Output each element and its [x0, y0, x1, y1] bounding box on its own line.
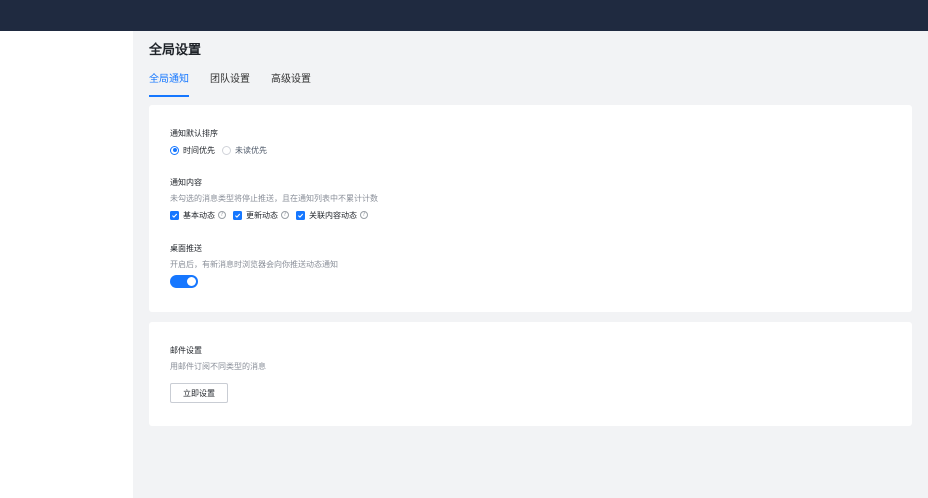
radio-time-first[interactable]: 时间优先 [170, 145, 215, 156]
notification-content-section: 通知内容 未勾选的消息类型将停止推送，且在通知列表中不累计计数 基本动态 ? 更… [170, 177, 378, 221]
notification-content-description: 未勾选的消息类型将停止推送，且在通知列表中不累计计数 [170, 194, 378, 203]
checkbox-basic-activity[interactable]: 基本动态 ? [170, 210, 226, 221]
email-settings-section: 邮件设置 用邮件订阅不同类型的消息 立即设置 [170, 345, 266, 403]
toggle-knob [187, 277, 196, 286]
desktop-push-label: 桌面推送 [170, 244, 202, 253]
email-settings-description: 用邮件订阅不同类型的消息 [170, 362, 266, 371]
tab-global-notification[interactable]: 全局通知 [149, 73, 189, 97]
main-content: 全局设置 全局通知 团队设置 高级设置 通知默认排序 时间优先 未读优先 通知内… [133, 31, 928, 498]
checkbox-checked-icon[interactable] [170, 210, 179, 220]
checkbox-related-content-activity-label: 关联内容动态 [309, 210, 357, 220]
notification-settings-card: 通知默认排序 时间优先 未读优先 通知内容 未勾选的消息类型将停止推送，且在通知… [149, 105, 912, 312]
question-circle-icon[interactable]: ? [218, 211, 226, 219]
checkbox-update-activity[interactable]: 更新动态 ? [233, 210, 289, 221]
checkbox-related-content-activity[interactable]: 关联内容动态 ? [296, 210, 368, 221]
tab-advanced-settings[interactable]: 高级设置 [271, 73, 311, 97]
radio-unread-first[interactable]: 未读优先 [222, 145, 267, 156]
desktop-push-section: 桌面推送 开启后，有新消息时浏览器会向你推送动态通知 [170, 243, 338, 288]
notification-content-options: 基本动态 ? 更新动态 ? 关联内容动态 ? [170, 209, 378, 221]
setup-now-button[interactable]: 立即设置 [170, 383, 228, 403]
checkbox-checked-icon[interactable] [296, 210, 305, 220]
checkbox-checked-icon[interactable] [233, 210, 242, 220]
checkbox-update-activity-label: 更新动态 [246, 210, 278, 220]
notification-order-section: 通知默认排序 时间优先 未读优先 [170, 128, 274, 156]
sidebar [0, 31, 133, 498]
radio-unchecked-icon[interactable] [222, 145, 231, 155]
radio-checked-icon[interactable] [170, 145, 179, 155]
tab-team-settings[interactable]: 团队设置 [210, 73, 250, 97]
desktop-push-toggle[interactable] [170, 275, 198, 288]
top-nav-bar [0, 0, 928, 31]
checkbox-basic-activity-label: 基本动态 [183, 210, 215, 220]
page-title: 全局设置 [149, 43, 202, 58]
question-circle-icon[interactable]: ? [360, 211, 368, 219]
email-settings-card: 邮件设置 用邮件订阅不同类型的消息 立即设置 [149, 322, 912, 426]
email-settings-label: 邮件设置 [170, 346, 202, 355]
question-circle-icon[interactable]: ? [281, 211, 289, 219]
desktop-push-description: 开启后，有新消息时浏览器会向你推送动态通知 [170, 260, 338, 269]
notification-order-options: 时间优先 未读优先 [170, 144, 274, 156]
notification-order-label: 通知默认排序 [170, 129, 218, 138]
radio-unread-first-label: 未读优先 [235, 145, 267, 155]
notification-content-label: 通知内容 [170, 178, 202, 187]
radio-time-first-label: 时间优先 [183, 145, 215, 155]
tab-bar: 全局通知 团队设置 高级设置 [149, 73, 332, 97]
